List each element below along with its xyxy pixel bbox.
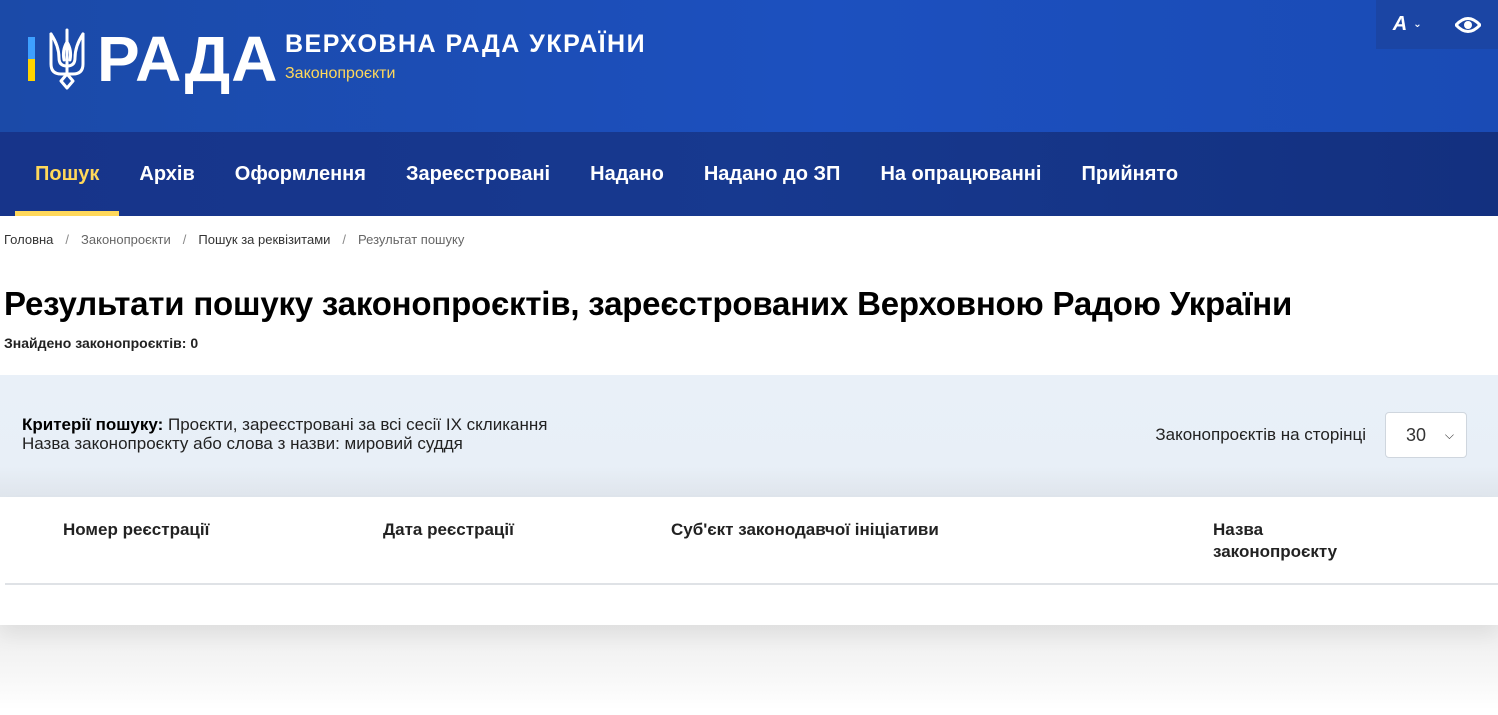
table-header: Номер реєстрації Дата реєстрації Суб'єкт… xyxy=(5,497,1498,585)
trident-icon xyxy=(49,28,85,90)
results-table: Номер реєстрації Дата реєстрації Суб'єкт… xyxy=(0,497,1498,625)
page-title: Результати пошуку законопроєктів, зареєс… xyxy=(4,285,1293,322)
column-header-reg-number[interactable]: Номер реєстрації xyxy=(63,519,209,541)
breadcrumb-separator: / xyxy=(182,232,187,247)
per-page-label: Законопроєктів на сторінці xyxy=(1155,425,1366,444)
breadcrumb-separator: / xyxy=(342,232,347,247)
nav-item-submitted-to-zp[interactable]: Надано до ЗП xyxy=(684,132,861,216)
logo-text: РАДА xyxy=(97,23,279,95)
per-page-select[interactable]: 30 ⌵ xyxy=(1385,412,1467,458)
breadcrumb: Головна / Законопроєкти / Пошук за рекві… xyxy=(0,216,1498,247)
column-header-bill-title[interactable]: Назва законопроєкту xyxy=(1213,519,1363,563)
site-title[interactable]: ВЕРХОВНА РАДА УКРАЇНИ xyxy=(285,30,646,59)
nav-item-registered[interactable]: Зареєстровані xyxy=(386,132,570,216)
eye-icon[interactable] xyxy=(1455,16,1482,34)
font-size-button[interactable]: A ⌄ xyxy=(1393,13,1422,36)
nav-item-submitted[interactable]: Надано xyxy=(570,132,684,216)
criteria-label: Критерії пошуку: xyxy=(22,415,164,434)
search-criteria: Критерії пошуку: Проєкти, зареєстровані … xyxy=(22,415,547,453)
per-page-value: 30 xyxy=(1406,424,1427,445)
breadcrumb-bills[interactable]: Законопроєкти xyxy=(81,232,171,247)
font-size-label: A xyxy=(1392,13,1408,35)
nav-item-archive[interactable]: Архів xyxy=(119,132,214,216)
chevron-down-icon: ⌄ xyxy=(1413,19,1422,30)
criteria-name: Назва законопроєкту або слова з назви: м… xyxy=(22,434,463,453)
site-subtitle[interactable]: Законопроєкти xyxy=(285,65,646,83)
breadcrumb-search-by-details[interactable]: Пошук за реквізитами xyxy=(198,232,330,247)
search-criteria-panel: Критерії пошуку: Проєкти, зареєстровані … xyxy=(0,375,1498,497)
nav-item-adopted[interactable]: Прийнято xyxy=(1061,132,1198,216)
chevron-down-icon: ⌵ xyxy=(1444,427,1454,442)
breadcrumb-separator: / xyxy=(65,232,70,247)
criteria-session: Проєкти, зареєстровані за всі сесії IX с… xyxy=(163,415,548,434)
column-header-initiator[interactable]: Суб'єкт законодавчої ініціативи xyxy=(671,519,939,541)
per-page-control: Законопроєктів на сторінці 30 ⌵ xyxy=(1155,412,1467,458)
nav-item-in-progress[interactable]: На опрацюванні xyxy=(860,132,1061,216)
breadcrumb-current: Результат пошуку xyxy=(358,232,465,247)
flag-mark xyxy=(28,37,35,81)
nav-item-search[interactable]: Пошук xyxy=(15,132,120,216)
column-header-reg-date[interactable]: Дата реєстрації xyxy=(383,519,514,541)
page-footer-area xyxy=(0,625,1498,710)
site-header: РАДА ВЕРХОВНА РАДА УКРАЇНИ Законопроєкти… xyxy=(0,0,1498,132)
accessibility-tools: A ⌄ xyxy=(1376,0,1498,49)
results-count: Знайдено законопроєктів: 0 xyxy=(4,335,199,351)
main-nav: Пошук Архів Оформлення Зареєстровані Над… xyxy=(0,132,1498,216)
site-logo[interactable]: РАДА xyxy=(28,23,279,95)
nav-item-drafting[interactable]: Оформлення xyxy=(215,132,386,216)
site-titles: ВЕРХОВНА РАДА УКРАЇНИ Законопроєкти xyxy=(285,30,646,83)
breadcrumb-home[interactable]: Головна xyxy=(4,232,53,247)
